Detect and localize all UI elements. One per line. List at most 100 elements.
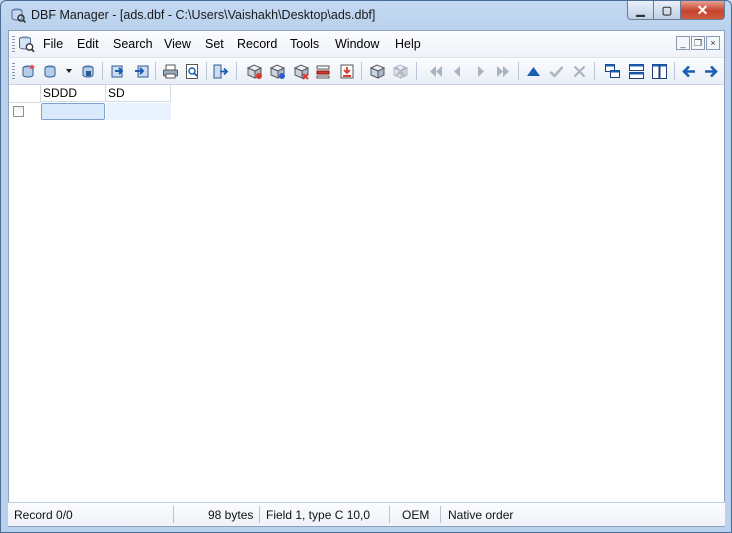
document-icon[interactable] xyxy=(17,35,35,53)
add-record-icon xyxy=(246,63,262,79)
print-preview-button[interactable] xyxy=(182,61,202,81)
status-order: Native order xyxy=(448,508,514,522)
toolbar-separator xyxy=(236,62,237,80)
close-button[interactable]: ✕ xyxy=(681,1,725,20)
column-header-sd[interactable]: SD xyxy=(106,85,171,102)
last-record-button[interactable] xyxy=(493,61,513,81)
next-record-button[interactable] xyxy=(470,61,490,81)
row-selector-checkbox[interactable] xyxy=(13,106,24,117)
print-button[interactable] xyxy=(160,61,180,81)
status-bar: Record 0/0 98 bytes Field 1, type C 10,0… xyxy=(8,502,725,526)
grid-cell-sddd[interactable] xyxy=(41,103,105,120)
toolbar-separator xyxy=(518,62,519,80)
import-icon xyxy=(111,65,123,77)
append-field-button[interactable] xyxy=(337,61,357,81)
last-record-icon xyxy=(496,65,509,77)
zap-disabled-icon xyxy=(392,63,408,79)
back-button[interactable] xyxy=(678,61,698,81)
pack-box-icon xyxy=(369,63,385,79)
export-icon xyxy=(134,65,148,77)
cancel-x-icon xyxy=(573,65,585,77)
save-table-icon xyxy=(82,65,93,78)
arrow-left-icon xyxy=(681,65,695,77)
mdi-controls: _ ❐ × xyxy=(676,36,720,50)
status-size: 98 bytes xyxy=(208,508,254,522)
previous-record-button[interactable] xyxy=(447,61,467,81)
open-table-icon xyxy=(44,65,55,78)
minimize-button[interactable]: ▁ xyxy=(627,1,654,20)
toolbar-grip-icon[interactable] xyxy=(12,63,15,79)
insert-record-button[interactable] xyxy=(267,61,287,81)
tile-horizontal-button[interactable] xyxy=(626,61,646,81)
export-button[interactable] xyxy=(131,61,151,81)
menu-search[interactable]: Search xyxy=(113,37,153,51)
append-field-icon xyxy=(340,64,353,78)
menubar-grip-icon[interactable] xyxy=(12,36,15,52)
menu-bar: File Edit Search View Set Record Tools W… xyxy=(9,31,724,58)
exit-button[interactable] xyxy=(210,61,230,81)
status-record: Record 0/0 xyxy=(14,508,73,522)
delete-record-button[interactable] xyxy=(291,61,311,81)
open-table-button[interactable] xyxy=(40,61,60,81)
column-header-sddd[interactable]: SDDD xyxy=(41,85,106,102)
edit-record-button[interactable] xyxy=(523,61,543,81)
printer-icon xyxy=(162,64,178,78)
open-dropdown-chevron-down-icon[interactable] xyxy=(66,69,72,73)
menu-view[interactable]: View xyxy=(164,37,191,51)
mdi-restore-button[interactable]: ❐ xyxy=(691,36,705,50)
delete-field-icon xyxy=(316,65,329,78)
status-field: Field 1, type C 10,0 xyxy=(266,508,371,522)
tile-vertical-icon xyxy=(651,63,667,79)
tile-horizontal-icon xyxy=(628,63,644,79)
checkmark-icon xyxy=(549,65,563,78)
status-separator xyxy=(440,506,441,523)
insert-record-icon xyxy=(269,63,285,79)
title-bar[interactable]: DBF Manager - [ads.dbf - C:\Users\Vaisha… xyxy=(1,1,731,30)
menu-record[interactable]: Record xyxy=(237,37,277,51)
menu-set[interactable]: Set xyxy=(205,37,224,51)
previous-record-icon xyxy=(453,65,460,77)
status-codepage: OEM xyxy=(402,508,430,522)
toolbar-separator xyxy=(102,62,103,80)
forward-button[interactable] xyxy=(701,61,721,81)
first-record-icon xyxy=(429,65,442,77)
menu-help[interactable]: Help xyxy=(395,37,421,51)
exit-door-icon xyxy=(213,64,228,78)
print-preview-icon xyxy=(185,63,198,79)
zap-button[interactable] xyxy=(390,61,410,81)
mdi-close-button[interactable]: × xyxy=(706,36,720,50)
delete-record-icon xyxy=(293,63,309,80)
pack-button[interactable] xyxy=(367,61,387,81)
window-controls: ▁ ▢ ✕ xyxy=(627,1,725,20)
toolbar xyxy=(9,58,724,85)
import-button[interactable] xyxy=(108,61,128,81)
first-record-button[interactable] xyxy=(425,61,445,81)
arrow-right-icon xyxy=(704,65,718,77)
add-record-button[interactable] xyxy=(244,61,264,81)
cascade-windows-button[interactable] xyxy=(602,61,622,81)
delete-field-button[interactable] xyxy=(313,61,333,81)
grid-cell-sd[interactable] xyxy=(106,103,171,120)
mdi-client: File Edit Search View Set Record Tools W… xyxy=(8,30,725,527)
tile-vertical-button[interactable] xyxy=(649,61,669,81)
maximize-button[interactable]: ▢ xyxy=(654,1,681,20)
status-separator xyxy=(173,506,174,523)
new-table-button[interactable] xyxy=(18,61,38,81)
cancel-edit-button[interactable] xyxy=(569,61,589,81)
save-table-button[interactable] xyxy=(78,61,98,81)
triangle-up-icon xyxy=(526,66,540,76)
menu-file[interactable]: File xyxy=(43,37,63,51)
toolbar-separator xyxy=(594,62,595,80)
status-separator xyxy=(389,506,390,523)
cascade-windows-icon xyxy=(604,63,620,78)
toolbar-separator xyxy=(416,62,417,80)
mdi-minimize-button[interactable]: _ xyxy=(676,36,690,50)
grid-corner[interactable] xyxy=(9,85,41,103)
new-table-icon xyxy=(22,63,35,78)
menu-edit[interactable]: Edit xyxy=(77,37,99,51)
post-button[interactable] xyxy=(546,61,566,81)
menu-window[interactable]: Window xyxy=(335,37,379,51)
menu-tools[interactable]: Tools xyxy=(290,37,319,51)
next-record-icon xyxy=(477,65,484,77)
app-window: DBF Manager - [ads.dbf - C:\Users\Vaisha… xyxy=(0,0,732,533)
